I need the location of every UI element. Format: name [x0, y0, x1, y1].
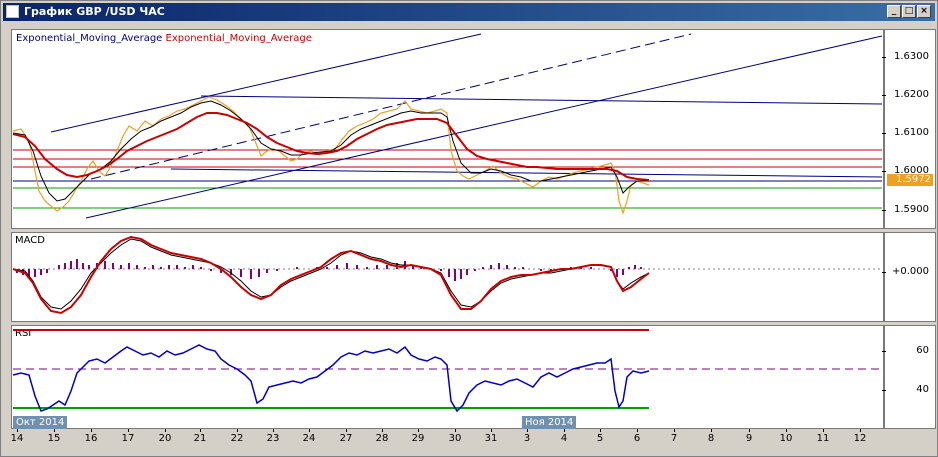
macd-drawings: [12, 235, 882, 315]
trend-line-bottom[interactable]: [170, 168, 883, 178]
ema-fast-line: [12, 100, 649, 202]
rsi-line: [12, 344, 650, 413]
price-series-line: [12, 96, 650, 215]
channel-lower-line[interactable]: [85, 35, 883, 219]
trend-line-top[interactable]: [200, 95, 883, 105]
macd-main-line: [12, 235, 650, 315]
chart-window: График GBP /USD ЧАС _ □ × Exponential_Mo…: [0, 0, 938, 457]
channel-middle-line[interactable]: [90, 33, 692, 180]
channel-upper-line[interactable]: [50, 33, 482, 133]
rsi-drawings: [12, 329, 882, 413]
price-drawings: [12, 33, 883, 219]
chart-drawing: [12, 33, 883, 413]
macd-signal-line: [12, 238, 650, 310]
